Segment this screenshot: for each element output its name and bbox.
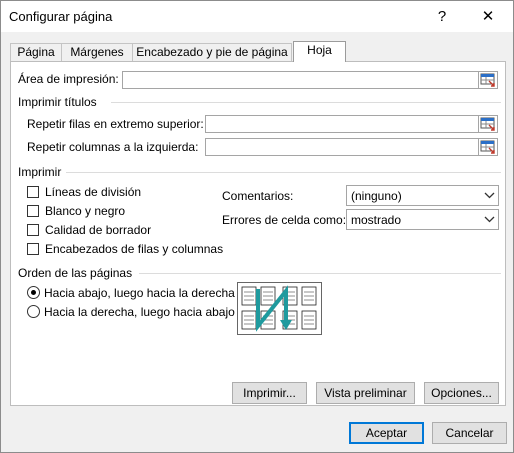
print-button[interactable]: Imprimir... <box>232 382 307 404</box>
repeat-rows-label: Repetir filas en extremo superior: <box>27 117 204 131</box>
tab-header-footer[interactable]: Encabezado y pie de página <box>132 43 292 62</box>
row-col-headings-label: Encabezados de filas y columnas <box>45 242 224 256</box>
draft-quality-checkbox[interactable] <box>27 224 39 236</box>
cell-errors-label: Errores de celda como: <box>222 213 347 227</box>
cell-errors-select[interactable]: mostrado <box>346 209 499 230</box>
print-titles-heading: Imprimir títulos <box>18 95 97 109</box>
dialog-title: Configurar página <box>9 9 113 24</box>
over-then-down-label: Hacia la derecha, luego hacia abajo <box>44 305 235 319</box>
chevron-down-icon <box>480 210 498 229</box>
repeat-cols-picker-button[interactable] <box>478 138 498 156</box>
title-bar: Configurar página ? ✕ <box>1 1 513 32</box>
print-divider <box>66 172 501 173</box>
page-order-diagram-icon <box>237 282 322 335</box>
close-icon[interactable]: ✕ <box>470 5 506 29</box>
page-order-divider <box>139 273 501 274</box>
black-white-checkbox[interactable] <box>27 205 39 217</box>
range-picker-icon <box>480 73 495 87</box>
comments-value: (ninguno) <box>351 189 402 203</box>
repeat-cols-label: Repetir columnas a la izquierda: <box>27 140 199 154</box>
print-preview-label: Vista preliminar <box>324 386 407 400</box>
row-col-headings-checkbox[interactable] <box>27 243 39 255</box>
cancel-button-label: Cancelar <box>445 426 494 440</box>
print-preview-button[interactable]: Vista preliminar <box>316 382 415 404</box>
print-titles-divider <box>111 102 501 103</box>
comments-select[interactable]: (ninguno) <box>346 185 499 206</box>
help-icon[interactable]: ? <box>424 5 460 29</box>
chevron-down-icon <box>480 186 498 205</box>
page-setup-dialog: Configurar página ? ✕ Página Márgenes En… <box>0 0 514 453</box>
range-picker-icon <box>480 140 495 154</box>
comments-label: Comentarios: <box>222 189 294 203</box>
repeat-cols-field[interactable] <box>205 138 479 156</box>
cell-errors-value: mostrado <box>351 213 402 227</box>
print-heading: Imprimir <box>18 165 62 179</box>
repeat-rows-field[interactable] <box>205 115 479 133</box>
gridlines-checkbox[interactable] <box>27 186 39 198</box>
print-button-label: Imprimir... <box>243 386 296 400</box>
cancel-button[interactable]: Cancelar <box>432 422 507 444</box>
radio-selected-dot <box>31 290 36 295</box>
options-button[interactable]: Opciones... <box>424 382 499 404</box>
black-white-label: Blanco y negro <box>45 204 126 218</box>
ok-button[interactable]: Aceptar <box>349 422 424 444</box>
range-picker-icon <box>480 117 495 131</box>
options-button-label: Opciones... <box>431 386 492 400</box>
print-area-picker-button[interactable] <box>478 71 498 89</box>
page-order-heading: Orden de las páginas <box>18 266 133 280</box>
down-then-over-radio[interactable] <box>27 286 40 299</box>
sheet-tab-panel: Área de impresión: Imprimir títulos Repe… <box>10 61 506 406</box>
draft-quality-label: Calidad de borrador <box>45 223 152 237</box>
print-area-field[interactable] <box>122 71 479 89</box>
tab-sheet[interactable]: Hoja <box>293 41 346 62</box>
gridlines-label: Líneas de división <box>45 185 142 199</box>
repeat-rows-picker-button[interactable] <box>478 115 498 133</box>
ok-button-label: Aceptar <box>365 426 408 440</box>
print-area-label: Área de impresión: <box>18 72 119 86</box>
tab-page[interactable]: Página <box>10 43 62 62</box>
over-then-down-radio[interactable] <box>27 305 40 318</box>
tab-margins[interactable]: Márgenes <box>61 43 133 62</box>
down-then-over-label: Hacia abajo, luego hacia la derecha <box>44 286 235 300</box>
